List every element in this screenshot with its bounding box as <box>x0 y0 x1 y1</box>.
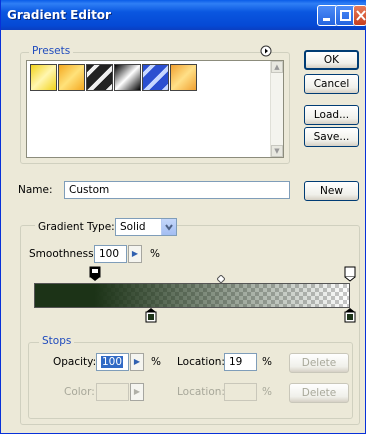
opacity-percent: % <box>151 356 161 368</box>
opacity-label: Opacity: <box>53 356 97 368</box>
delete-opacity-stop-button[interactable]: Delete <box>289 353 349 373</box>
opacity-stop-left[interactable] <box>89 266 101 282</box>
smoothness-arrow-button[interactable]: ▶ <box>128 245 142 263</box>
name-label: Name: <box>18 184 53 196</box>
preset-swatch-orange-yellow[interactable] <box>58 64 85 91</box>
midpoint-diamond-icon[interactable] <box>217 275 225 283</box>
name-input[interactable]: Custom <box>64 181 290 199</box>
gradient-editor-window: Gradient Editor Presets ▲ ▼ OK Cancel Lo… <box>0 0 366 434</box>
gradient-type-value: Solid <box>120 221 146 233</box>
scroll-down-arrow-icon[interactable]: ▼ <box>271 145 283 157</box>
ok-button[interactable]: OK <box>304 50 359 70</box>
color-swatch-input[interactable] <box>96 383 129 401</box>
smoothness-label: Smoothness: <box>29 248 98 260</box>
presets-scrollbar[interactable]: ▲ ▼ <box>270 61 283 157</box>
preset-swatch-blue-stripes[interactable] <box>142 64 169 91</box>
color-location-input[interactable] <box>224 383 257 401</box>
opacity-location-input[interactable]: 19 <box>224 353 257 371</box>
close-icon <box>356 10 366 21</box>
presets-label: Presets <box>29 45 74 57</box>
close-button[interactable] <box>353 5 366 26</box>
preset-swatch-black-white-stripes[interactable] <box>86 64 113 91</box>
color-location-percent: % <box>262 386 272 398</box>
stops-label: Stops <box>39 335 75 347</box>
preset-swatch-yellow-transparent[interactable] <box>30 64 57 91</box>
title-bar[interactable]: Gradient Editor <box>1 0 366 30</box>
presets-menu-icon[interactable] <box>260 45 272 57</box>
color-location-label: Location: <box>177 386 225 398</box>
color-stop-left[interactable] <box>145 307 157 324</box>
delete-color-stop-button[interactable]: Delete <box>289 383 349 403</box>
presets-list[interactable]: ▲ ▼ <box>26 60 284 158</box>
save-button[interactable]: Save... <box>304 127 359 147</box>
gradient-preview-bar[interactable] <box>34 283 350 308</box>
gradient-type-label: Gradient Type: <box>35 221 118 233</box>
opacity-input[interactable]: 100 <box>96 353 129 371</box>
opacity-arrow-button[interactable]: ▶ <box>130 353 144 371</box>
color-arrow-button[interactable]: ▶ <box>130 383 144 401</box>
smoothness-percent: % <box>150 248 160 260</box>
scroll-up-arrow-icon[interactable]: ▲ <box>271 61 283 73</box>
color-stop-right[interactable] <box>344 307 356 324</box>
cancel-button[interactable]: Cancel <box>304 74 359 94</box>
smoothness-input[interactable]: 100 <box>94 245 127 263</box>
new-button[interactable]: New <box>304 181 359 201</box>
preset-swatch-orange-yellow-2[interactable] <box>170 64 197 91</box>
gradient-type-select[interactable]: Solid <box>115 218 177 236</box>
dropdown-arrow-icon[interactable] <box>161 219 176 235</box>
preset-swatch-black-white[interactable] <box>114 64 141 91</box>
opacity-location-percent: % <box>262 356 272 368</box>
window-title: Gradient Editor <box>7 8 111 22</box>
load-button[interactable]: Load... <box>304 105 359 125</box>
opacity-location-label: Location: <box>177 356 225 368</box>
opacity-stop-right[interactable] <box>344 266 356 282</box>
color-label: Color: <box>64 386 95 398</box>
